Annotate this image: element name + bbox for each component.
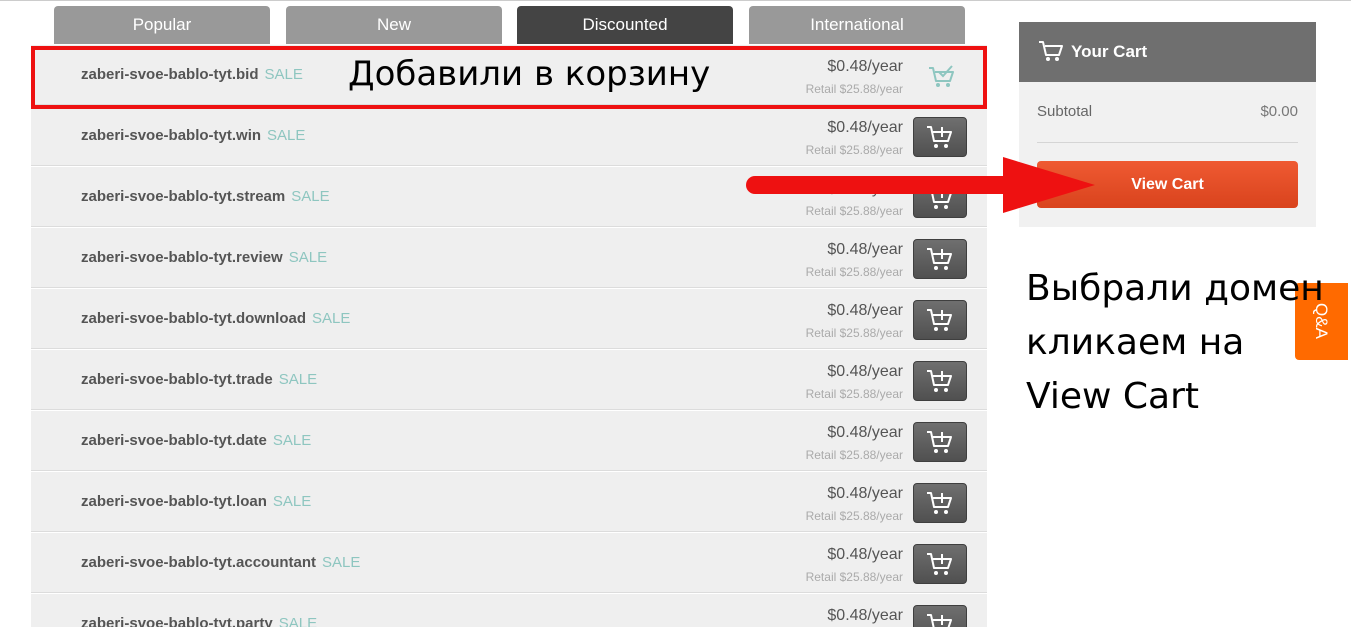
domain-row: zaberi-svoe-bablo-tyt.trade SALE $0.48/yea… <box>31 350 987 410</box>
domain-name: zaberi-svoe-bablo-tyt.win SALE <box>81 127 305 144</box>
sale-badge: SALE <box>291 188 330 205</box>
cart-title: Your Cart <box>1071 42 1148 61</box>
subtotal-value: $0.00 <box>1260 103 1298 120</box>
domain-name-text: zaberi-svoe-bablo-tyt.download <box>81 310 307 327</box>
sale-badge: SALE <box>278 371 318 388</box>
domain-price: $0.48/year <box>827 302 903 319</box>
domain-price: $0.48/year <box>827 424 903 441</box>
domain-price: $0.48/year <box>827 241 903 258</box>
instruction-line: кликаем на <box>1026 322 1245 363</box>
subtotal-label: Subtotal <box>1037 103 1093 120</box>
tab-discounted[interactable]: Discounted <box>517 6 733 44</box>
tab-new[interactable]: New <box>286 6 502 44</box>
domain-name: zaberi-svoe-bablo-tyt.trade SALE <box>81 371 317 388</box>
domain-price: $0.48/year <box>827 363 903 380</box>
domain-name: zaberi-svoe-bablo-tyt.download SALE <box>81 310 350 327</box>
domain-row: zaberi-svoe-bablo-tyt.download SALE $0.48/… <box>31 289 987 349</box>
sale-badge: SALE <box>272 432 312 449</box>
domain-name: zaberi-svoe-bablo-tyt.stream SALE <box>81 188 330 205</box>
domain-list: zaberi-svoe-bablo-tyt.bid SALE $0.48/year R… <box>31 44 987 627</box>
domain-retail-price: Retail $25.88/year <box>805 265 903 279</box>
domain-row: zaberi-svoe-bablo-tyt.review SALE $0.48/ye… <box>31 228 987 288</box>
domain-name-text: zaberi-svoe-bablo-tyt.loan <box>81 493 267 510</box>
instruction-line: Выбрали домен <box>1026 268 1324 309</box>
domain-name-text: zaberi-svoe-bablo-tyt.stream <box>81 188 286 205</box>
filter-tabs: Popular New Discounted International <box>54 6 966 44</box>
domain-retail-price: Retail $25.88/year <box>805 509 903 523</box>
domain-name-text: zaberi-svoe-bablo-tyt.trade <box>81 371 273 388</box>
domain-price: $0.48/year <box>827 607 903 624</box>
sale-badge: SALE <box>278 615 318 627</box>
domain-name: zaberi-svoe-bablo-tyt.date SALE <box>81 432 311 449</box>
domain-retail-price: Retail $25.88/year <box>805 448 903 462</box>
domain-name: zaberi-svoe-bablo-tyt.review SALE <box>81 249 327 266</box>
domain-row: zaberi-svoe-bablo-tyt.accountant SALE $0.4… <box>31 533 987 593</box>
add-to-cart-button[interactable] <box>913 239 967 279</box>
add-cart-icon <box>926 308 954 332</box>
sale-badge: SALE <box>322 554 361 571</box>
sale-badge: SALE <box>272 493 312 510</box>
domain-name: zaberi-svoe-bablo-tyt.party SALE <box>81 615 317 627</box>
add-cart-icon <box>926 552 954 576</box>
top-border <box>0 0 1351 1</box>
domain-name-text: zaberi-svoe-bablo-tyt.accountant <box>81 554 317 571</box>
tab-international[interactable]: International <box>749 6 965 44</box>
domain-name-text: zaberi-svoe-bablo-tyt.party <box>81 615 273 627</box>
cart-divider <box>1037 142 1298 143</box>
add-cart-icon <box>926 125 954 149</box>
domain-row: zaberi-svoe-bablo-tyt.loan SALE $0.48/year… <box>31 472 987 532</box>
add-cart-icon <box>926 247 954 271</box>
domain-name-text: zaberi-svoe-bablo-tyt.date <box>81 432 267 449</box>
domain-name: zaberi-svoe-bablo-tyt.accountant SALE <box>81 554 360 571</box>
add-cart-icon <box>926 369 954 393</box>
domain-retail-price: Retail $25.88/year <box>805 570 903 584</box>
instruction-line: View Cart <box>1026 376 1199 417</box>
domain-price: $0.48/year <box>827 485 903 502</box>
domain-name: zaberi-svoe-bablo-tyt.loan SALE <box>81 493 311 510</box>
domain-row: zaberi-svoe-bablo-tyt.party SALE $0.48/yea… <box>31 594 987 627</box>
sale-badge: SALE <box>267 127 306 144</box>
tab-popular[interactable]: Popular <box>54 6 270 44</box>
cart-icon <box>1038 40 1064 67</box>
add-to-cart-button[interactable] <box>913 361 967 401</box>
add-to-cart-button[interactable] <box>913 605 967 627</box>
cart-header: Your Cart <box>1019 22 1316 82</box>
annotation-added-to-cart: Добавили в корзину <box>348 54 711 94</box>
domain-name-text: zaberi-svoe-bablo-tyt.review <box>81 249 283 266</box>
domain-name-text: zaberi-svoe-bablo-tyt.win <box>81 127 262 144</box>
add-to-cart-button[interactable] <box>913 544 967 584</box>
add-to-cart-button[interactable] <box>913 300 967 340</box>
domain-retail-price: Retail $25.88/year <box>805 326 903 340</box>
domain-retail-price: Retail $25.88/year <box>805 387 903 401</box>
add-to-cart-button[interactable] <box>913 422 967 462</box>
sale-badge: SALE <box>312 310 351 327</box>
add-to-cart-button[interactable] <box>913 483 967 523</box>
domain-price: $0.48/year <box>827 119 903 136</box>
add-cart-icon <box>926 430 954 454</box>
sale-badge: SALE <box>288 249 328 266</box>
domain-price: $0.48/year <box>827 546 903 563</box>
add-cart-icon <box>926 613 954 627</box>
add-cart-icon <box>926 491 954 515</box>
add-to-cart-button[interactable] <box>913 117 967 157</box>
annotation-arrow <box>746 157 1095 213</box>
domain-row: zaberi-svoe-bablo-tyt.date SALE $0.48/year… <box>31 411 987 471</box>
annotation-instruction: Выбрали домен кликаем на View Cart <box>1026 262 1346 424</box>
